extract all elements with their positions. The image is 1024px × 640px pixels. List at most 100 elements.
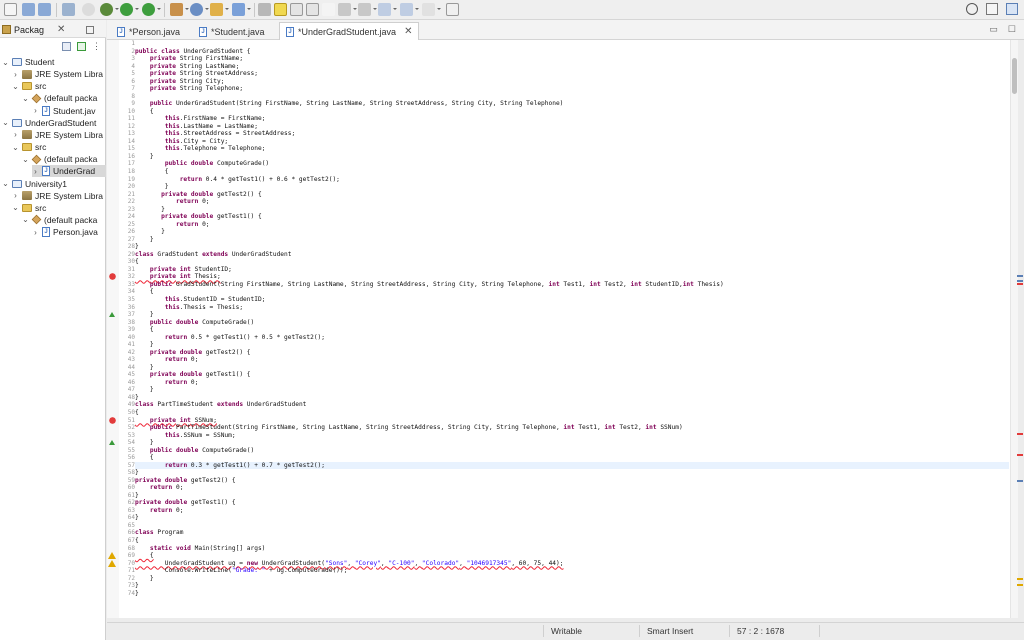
tree-item[interactable]: ⌄ (default packa [22, 92, 106, 104]
tab-student-java[interactable]: J *Student.java [192, 22, 272, 40]
code-line[interactable]: { [135, 537, 139, 544]
tree-item[interactable]: ⌄ Student [2, 56, 106, 68]
close-icon[interactable]: ✕ [57, 24, 65, 35]
chevron-right-icon[interactable]: › [12, 70, 19, 79]
code-line[interactable]: this.Telephone = Telephone; [135, 145, 266, 152]
code-line[interactable]: public double ComputeGrade() [135, 447, 254, 454]
word-wrap-icon[interactable] [306, 3, 319, 16]
code-line[interactable]: } [135, 236, 154, 243]
code-line[interactable]: private int SSNum; [135, 417, 217, 424]
chevron-down-icon[interactable]: ⌄ [22, 155, 29, 164]
next-annotation-icon[interactable] [338, 3, 357, 16]
overview-marker[interactable] [1017, 275, 1023, 277]
code-line[interactable]: } [135, 590, 139, 597]
forward-icon[interactable] [422, 3, 441, 16]
overview-marker[interactable] [1017, 283, 1023, 285]
task-icon[interactable] [258, 3, 271, 16]
code-line[interactable]: this.City = City; [135, 138, 228, 145]
save-all-icon[interactable] [38, 3, 51, 16]
tree-item[interactable]: ⌄ src [12, 141, 106, 153]
collapse-all-icon[interactable] [62, 42, 71, 51]
tree-item[interactable]: ⌄ src [12, 202, 106, 214]
debug-icon[interactable] [100, 3, 119, 16]
code-line[interactable]: private String Telephone; [135, 85, 243, 92]
tree-item[interactable]: › JRE System Libra [12, 190, 106, 202]
toggle-mark-icon[interactable] [274, 3, 287, 16]
code-line[interactable]: { [135, 108, 154, 115]
minimize-icon[interactable] [86, 25, 95, 34]
view-menu-icon[interactable]: ⋮ [92, 42, 101, 51]
print-icon[interactable] [62, 3, 75, 16]
code-line[interactable]: private String LastName; [135, 63, 239, 70]
code-line[interactable]: } [135, 364, 154, 371]
code-line[interactable]: public double ComputeGrade() [135, 319, 254, 326]
overview-marker[interactable] [1017, 454, 1023, 456]
java-perspective-icon[interactable] [1006, 3, 1018, 15]
code-line[interactable]: return 0; [135, 221, 210, 228]
tree-item[interactable]: › J UnderGrad [32, 165, 106, 178]
run-icon[interactable] [120, 3, 139, 16]
error-marker-icon[interactable] [108, 273, 117, 281]
error-marker-icon[interactable] [108, 416, 117, 424]
chevron-down-icon[interactable]: ⌄ [2, 58, 9, 67]
code-line[interactable]: } [135, 575, 154, 582]
scrollbar-thumb[interactable] [1012, 58, 1017, 94]
maximize-icon[interactable]: ☐ [1008, 24, 1016, 35]
block-selection-icon[interactable] [290, 3, 303, 16]
tree-item[interactable]: ⌄ (default packa [22, 214, 106, 226]
overview-marker[interactable] [1017, 578, 1023, 580]
new-class-icon[interactable] [210, 3, 229, 16]
code-line[interactable]: private double getTest1() { [135, 371, 251, 378]
minimize-icon[interactable]: ▭ [989, 24, 998, 35]
code-line[interactable]: return 0.3 * getTest1() + 0.7 * getTest2… [135, 462, 325, 469]
new-file-icon[interactable] [4, 3, 17, 16]
coverage-icon[interactable] [142, 3, 161, 16]
code-line[interactable]: } [135, 153, 154, 160]
overview-marker[interactable] [1017, 433, 1023, 435]
chevron-right-icon[interactable]: › [12, 130, 19, 139]
code-line[interactable]: private double getTest1() { [135, 499, 236, 506]
overview-marker[interactable] [1017, 584, 1023, 586]
code-line[interactable]: private String City; [135, 78, 225, 85]
overview-marker[interactable] [1017, 280, 1023, 282]
code-line[interactable]: } [135, 341, 154, 348]
code-line[interactable]: private double getTest2() { [135, 349, 251, 356]
code-line[interactable]: this.FirstName = FirstName; [135, 115, 266, 122]
code-line[interactable]: private double getTest2() { [135, 191, 262, 198]
code-line[interactable]: private int StudentID; [135, 266, 232, 273]
code-line[interactable]: private int Thesis; [135, 273, 221, 280]
close-tab-icon[interactable]: ✕ [404, 26, 412, 37]
link-with-editor-icon[interactable] [77, 42, 86, 51]
tab-person-java[interactable]: J *Person.java [110, 22, 187, 40]
code-line[interactable]: public UnderGradStudent(String FirstName… [135, 100, 564, 107]
tree-item[interactable]: › JRE System Libra [12, 129, 106, 141]
code-line[interactable]: } [135, 228, 165, 235]
code-line[interactable]: private double getTest2() { [135, 477, 236, 484]
code-line[interactable]: return 0; [135, 507, 184, 514]
last-edit-icon[interactable] [378, 3, 397, 16]
code-line[interactable]: class Program [135, 529, 183, 536]
code-line[interactable]: { [135, 552, 154, 559]
code-line[interactable]: { [135, 288, 154, 295]
pin-editor-icon[interactable] [446, 3, 459, 16]
toggle-whitespace-icon[interactable] [322, 3, 335, 16]
code-line[interactable]: private double getTest1() { [135, 213, 262, 220]
code-line[interactable]: UnderGradStudent ug = new UnderGradStude… [135, 560, 564, 567]
chevron-down-icon[interactable]: ⌄ [12, 203, 19, 212]
chevron-right-icon[interactable]: › [32, 167, 39, 176]
overview-marker[interactable] [1017, 480, 1023, 482]
vertical-scrollbar[interactable] [1010, 40, 1018, 618]
code-line[interactable]: return 0; [135, 484, 184, 491]
code-line[interactable]: { [135, 326, 154, 333]
code-line[interactable]: public PartTimeStudent(String FirstName,… [135, 424, 683, 431]
code-line[interactable]: this.StreetAddress = StreetAddress; [135, 130, 295, 137]
code-line[interactable]: public GradStudent(String FirstName, Str… [135, 281, 724, 288]
tree-item[interactable]: › JRE System Libra [12, 68, 106, 80]
code-line[interactable]: private String FirstName; [135, 55, 243, 62]
code-line[interactable]: } [135, 514, 139, 521]
save-icon[interactable] [22, 3, 35, 16]
search-icon[interactable] [966, 3, 978, 15]
code-line[interactable]: class PartTimeStudent extends UnderGradS… [135, 401, 306, 408]
code-line[interactable]: } [135, 243, 139, 250]
tree-item[interactable]: ⌄ src [12, 80, 106, 92]
